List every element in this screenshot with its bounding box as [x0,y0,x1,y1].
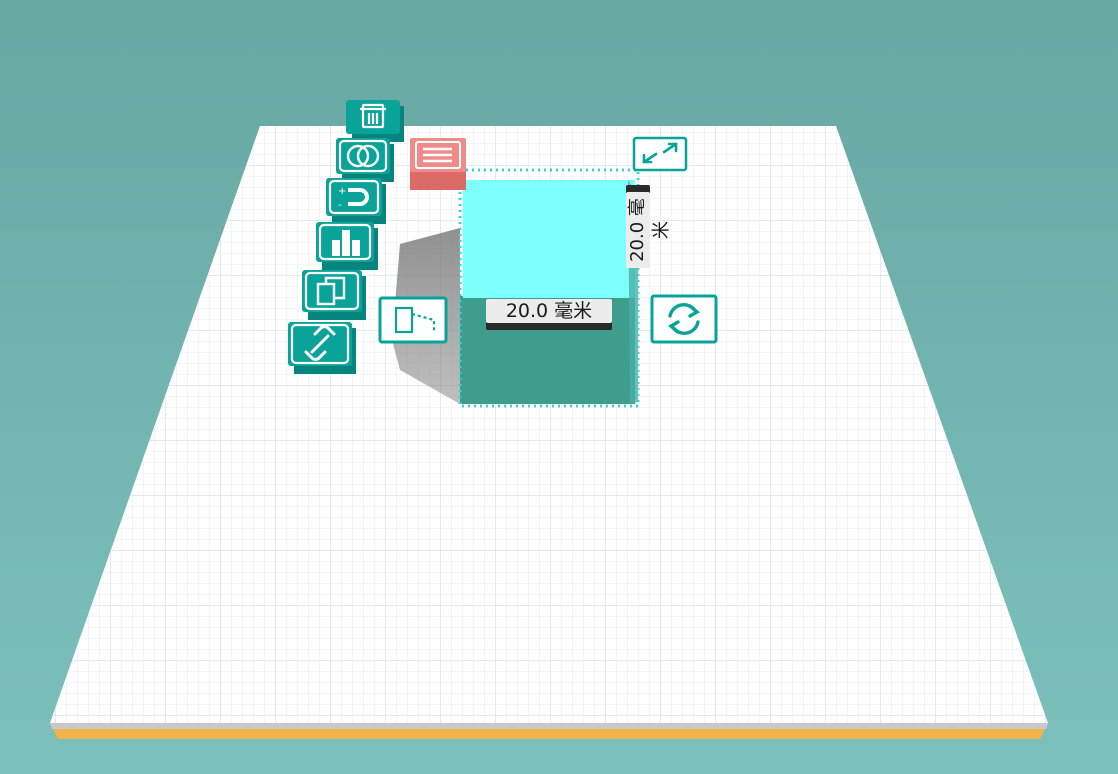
tool-magnet[interactable]: + - [326,178,386,224]
tool-duplicate[interactable] [302,270,366,320]
svg-text:-: - [338,200,342,211]
cube-top-face[interactable] [463,180,635,298]
mirror-tool[interactable] [378,296,448,344]
plate-edge-top [50,723,1048,729]
tool-group[interactable] [288,322,356,374]
trash-icon [360,103,386,129]
tool-boolean[interactable] [336,138,394,182]
svg-text:+: + [338,186,346,197]
tool-delete[interactable] [346,100,404,142]
height-dimension-label[interactable]: 20.0 毫米 [626,192,672,268]
tool-align[interactable] [316,222,378,270]
rotate-tool[interactable] [650,294,718,344]
scale-tool[interactable] [632,136,688,172]
cube[interactable] [458,168,640,408]
menu-button[interactable] [410,138,466,190]
width-dimension-label[interactable]: 20.0 毫米 [486,299,612,323]
